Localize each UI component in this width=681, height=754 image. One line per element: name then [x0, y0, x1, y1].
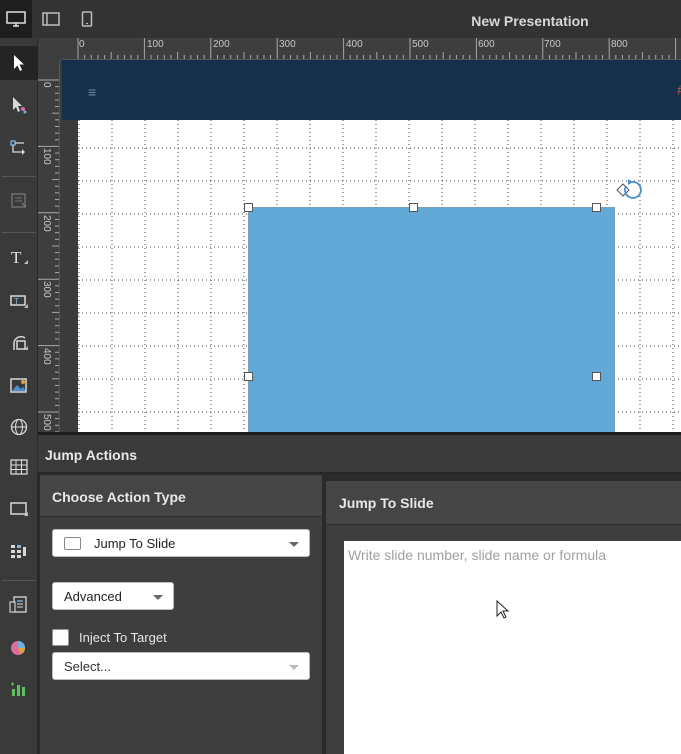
horizontal-ruler[interactable]: 0 100 200 300 400 500 600 700 800: [62, 38, 681, 60]
target-value: Select...: [64, 659, 111, 674]
image-icon[interactable]: [0, 368, 38, 402]
report-icon[interactable]: [0, 588, 38, 622]
panel-icon: [42, 12, 60, 26]
slide-formula-input[interactable]: [344, 541, 681, 754]
slide-header[interactable]: ≡ #: [62, 60, 681, 120]
jump-to-slide-title: Jump To Slide: [326, 481, 681, 525]
action-type-value: Jump To Slide: [94, 536, 176, 551]
ruler-label: 200: [213, 39, 230, 50]
slide-action-icon: [64, 537, 81, 550]
chevron-down-icon: [153, 595, 163, 600]
button-icon[interactable]: T: [0, 284, 38, 318]
ruler-label: 100: [147, 39, 164, 50]
inject-to-target-row: Inject To Target: [52, 627, 167, 647]
target-dropdown[interactable]: Select...: [52, 652, 310, 680]
phone-icon: [81, 11, 93, 27]
slide[interactable]: [78, 120, 681, 432]
touch-select-icon[interactable]: [0, 88, 38, 122]
ruler-label: 500: [412, 39, 429, 50]
ruler-label: 600: [478, 39, 495, 50]
ruler-label: 700: [544, 39, 561, 50]
ruler-label: 500: [41, 414, 52, 431]
choose-action-type-pane: Choose Action Type Jump To Slide Advance…: [40, 475, 322, 754]
inject-to-target-label: Inject To Target: [79, 629, 167, 645]
resize-handle-top-right[interactable]: [592, 203, 601, 212]
ruler-corner: [38, 38, 62, 60]
mode-value: Advanced: [64, 589, 122, 604]
rotate-icon[interactable]: [613, 178, 645, 207]
header-mark: #: [677, 82, 681, 98]
resize-handle-top-left[interactable]: [244, 203, 253, 212]
action-type-dropdown[interactable]: Jump To Slide: [52, 529, 310, 557]
inject-to-target-checkbox[interactable]: [52, 628, 69, 646]
top-bar: New Presentation: [0, 0, 681, 38]
vertical-ruler[interactable]: 0 100 200 300 400 500: [38, 60, 60, 432]
ruler-ticks: [38, 79, 59, 432]
ruler-label: 400: [346, 39, 363, 50]
ruler-label: 300: [279, 39, 296, 50]
ruler-label: 400: [41, 348, 52, 365]
selected-rectangle-shape[interactable]: [248, 207, 615, 432]
bar-chart-icon[interactable]: [0, 672, 38, 706]
ruler-label: 300: [41, 281, 52, 298]
shape-icon[interactable]: [0, 326, 38, 360]
ruler-label: 100: [41, 148, 52, 165]
screen-icon[interactable]: [0, 492, 38, 526]
pie-chart-icon[interactable]: [0, 630, 38, 664]
table-icon[interactable]: [0, 450, 38, 484]
left-toolbar: T T: [0, 38, 38, 754]
phone-view-button[interactable]: [74, 0, 100, 38]
canvas-area[interactable]: ≡ #: [60, 60, 681, 432]
grid-widget-icon[interactable]: [0, 534, 38, 568]
web-icon[interactable]: [0, 410, 38, 444]
ruler-label: 0: [41, 82, 52, 88]
svg-text:T: T: [14, 297, 19, 306]
text-icon[interactable]: T: [0, 240, 38, 274]
ruler-label: 200: [41, 215, 52, 232]
panel-title: Jump Actions: [38, 435, 681, 473]
mode-dropdown[interactable]: Advanced: [52, 582, 174, 610]
connector-icon[interactable]: [0, 130, 38, 164]
desktop-icon: [6, 11, 26, 27]
desktop-view-button[interactable]: [0, 0, 32, 38]
choose-action-type-title: Choose Action Type: [40, 475, 322, 517]
menu-icon: ≡: [88, 84, 97, 100]
select-arrow-icon[interactable]: [0, 46, 38, 80]
tablet-view-button[interactable]: [38, 0, 64, 38]
mouse-cursor-icon: [496, 599, 510, 625]
chevron-down-icon: [289, 542, 299, 547]
resize-handle-top[interactable]: [409, 203, 418, 212]
form-icon[interactable]: [0, 184, 38, 218]
resize-handle-left[interactable]: [244, 372, 253, 381]
svg-text:T: T: [11, 248, 22, 266]
chevron-down-icon: [289, 665, 299, 670]
window-title: New Presentation: [471, 13, 589, 29]
resize-handle-right[interactable]: [592, 372, 601, 381]
ruler-label: 0: [79, 39, 85, 50]
jump-actions-panel: Jump Actions Choose Action Type Jump To …: [38, 432, 681, 754]
ruler-label: 800: [611, 39, 628, 50]
